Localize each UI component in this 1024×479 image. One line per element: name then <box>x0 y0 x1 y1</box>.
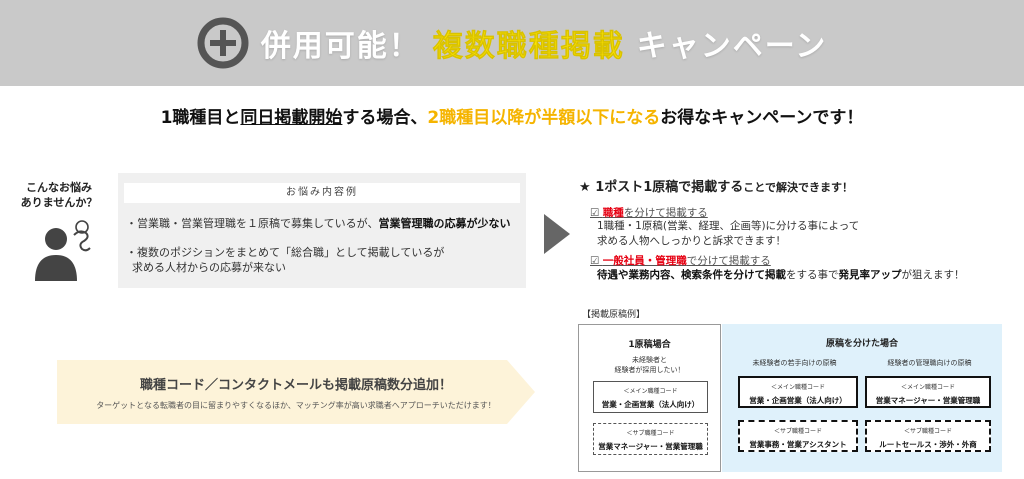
check2-end: が狙えます！ <box>901 269 965 281</box>
single-sub-code-card: ＜サブ職種コード 営業マネージャー・営業管理職 <box>593 423 708 455</box>
headline-part5: お得なキャンペーンです！ <box>660 108 864 128</box>
check1-detail-2: 求める人物へしっかりと訴求できます！ <box>597 235 786 247</box>
check2-detail: 待遇や業務内容、検索条件を分けて掲載をする事で発見率アップが狙えます！ <box>597 268 965 282</box>
arrow-right-icon <box>544 214 570 254</box>
promo-title: 職種コード／コンタクトメールも掲載原稿数分追加！ <box>139 378 452 393</box>
worry-item1-text: ・営業職・営業管理職を１原稿で募集しているが、 <box>126 217 379 230</box>
card-value: ルートセールス・渉外・外商 <box>879 440 977 449</box>
single-main-code-card: ＜メイン職種コード 営業・企画営業（法人向け） <box>593 381 708 413</box>
card-value: 営業・企画営業（法人向け） <box>749 396 847 405</box>
check2-mid: をする事で <box>786 269 839 281</box>
split-right-main-card: ＜メイン職種コード 営業マネージャー・営業管理職 <box>865 376 991 408</box>
star-icon: ★ <box>579 180 591 195</box>
solution-title-bold: 1ポスト1原稿で掲載する <box>595 180 744 195</box>
check1-rest: を分けて掲載する <box>623 207 708 219</box>
check-item-2: ☑ 一般社員・管理職で分けて掲載する <box>590 253 771 268</box>
promo-subtitle: ターゲットとなる転職者の目に留まりやすくなるほか、マッチング率が高い求職者へアプ… <box>96 401 496 410</box>
worry-question-line1: こんなお悩み <box>26 181 92 194</box>
card-value: 営業事務・営業アシスタント <box>749 440 847 449</box>
worry-examples-box: お悩み内容例 ・営業職・営業管理職を１原稿で募集しているが、営業管理職の応募が少… <box>118 173 526 288</box>
single-title: 1原稿場合 <box>628 340 671 350</box>
worry-item-2: ・複数のポジションをまとめて「総合職」として掲載しているが <box>126 246 445 259</box>
solution-title-rest: ことで解決できます！ <box>743 181 853 194</box>
plus-circle-icon <box>197 17 249 69</box>
headline-part1: 1職種目と <box>160 108 241 128</box>
card-label: ＜メイン職種コード <box>900 384 955 391</box>
check2-rest: で分けて掲載する <box>686 255 771 267</box>
split-manuscript-panel: 原稿を分けた場合 未経験者の若手向けの原稿 経験者の管理職向けの原稿 ＜メイン職… <box>722 324 1002 472</box>
single-sub-2: 経験者が採用したい！ <box>614 366 685 374</box>
split-title: 原稿を分けた場合 <box>825 339 898 349</box>
banner-suffix: キャンペーン <box>636 29 828 64</box>
check-item-1: ☑ 職種を分けて掲載する <box>590 205 708 220</box>
card-label: ＜メイン職種コード <box>770 384 825 391</box>
single-sub-1: 未経験者と <box>632 356 667 364</box>
worry-item-2-cont: 求める人材からの応募が来ない <box>132 261 286 274</box>
card-label: ＜サブ職種コード <box>626 430 675 437</box>
card-label: ＜サブ職種コード <box>773 428 822 435</box>
split-left-sub-card: ＜サブ職種コード 営業事務・営業アシスタント <box>738 420 858 452</box>
worry-box-title: お悩み内容例 <box>124 183 520 203</box>
banner-highlight: 複数職種掲載 <box>432 29 625 65</box>
promo-arrow-banner: 職種コード／コンタクトメールも掲載原稿数分追加！ ターゲットとなる転職者の目に留… <box>57 360 535 424</box>
worry-question: こんなお悩み ありませんか？ <box>14 180 104 210</box>
campaign-headline: 1職種目と同日掲載開始する場合、2職種目以降が半額以下になるお得なキャンペーンで… <box>0 103 1024 128</box>
worry-question-line2: ありませんか？ <box>20 196 98 209</box>
checkbox-icon: ☑ <box>590 255 600 267</box>
single-manuscript-panel: 1原稿場合 未経験者と 経験者が採用したい！ ＜メイン職種コード 営業・企画営業… <box>578 324 721 472</box>
card-label: ＜メイン職種コード <box>623 388 678 395</box>
banner-prefix: 併用可能！ <box>260 29 421 64</box>
campaign-banner: 併用可能！ 複数職種掲載 キャンペーン <box>0 0 1024 86</box>
check1-detail-1: 1職種・1原稿(営業、経理、企画等)に分ける事によって <box>597 220 860 232</box>
solution-title: ★ 1ポスト1原稿で掲載することで解決できます！ <box>579 176 853 195</box>
split-right-sub-card: ＜サブ職種コード ルートセールス・渉外・外商 <box>865 420 991 452</box>
split-right-head: 経験者の管理職向けの原稿 <box>887 359 972 367</box>
check2-bold1: 待遇や業務内容、検索条件を分けて掲載 <box>597 269 786 281</box>
check2-red: 一般社員・管理職 <box>602 255 687 267</box>
headline-part3: する場合、 <box>342 108 428 128</box>
card-label: ＜サブ職種コード <box>903 428 952 435</box>
worried-person-icon <box>35 220 91 281</box>
check1-red: 職種 <box>602 207 624 219</box>
headline-underlined: 同日掲載開始 <box>240 108 343 128</box>
headline-accent: 2職種目以降が半額以下になる <box>427 108 661 128</box>
split-left-head: 未経験者の若手向けの原稿 <box>752 359 837 367</box>
check2-bold2: 発見率アップ <box>838 269 902 281</box>
split-left-main-card: ＜メイン職種コード 営業・企画営業（法人向け） <box>738 376 858 408</box>
card-value: 営業マネージャー・営業管理職 <box>875 396 981 405</box>
card-value: 営業・企画営業（法人向け） <box>601 400 700 409</box>
card-value: 営業マネージャー・営業管理職 <box>598 442 703 451</box>
example-label: 【掲載原稿例】 <box>582 310 646 320</box>
worry-item-1: ・営業職・営業管理職を１原稿で募集しているが、営業管理職の応募が少ない <box>126 216 510 231</box>
checkbox-icon: ☑ <box>590 207 600 219</box>
worry-item1-bold: 営業管理職の応募が少ない <box>378 217 511 230</box>
